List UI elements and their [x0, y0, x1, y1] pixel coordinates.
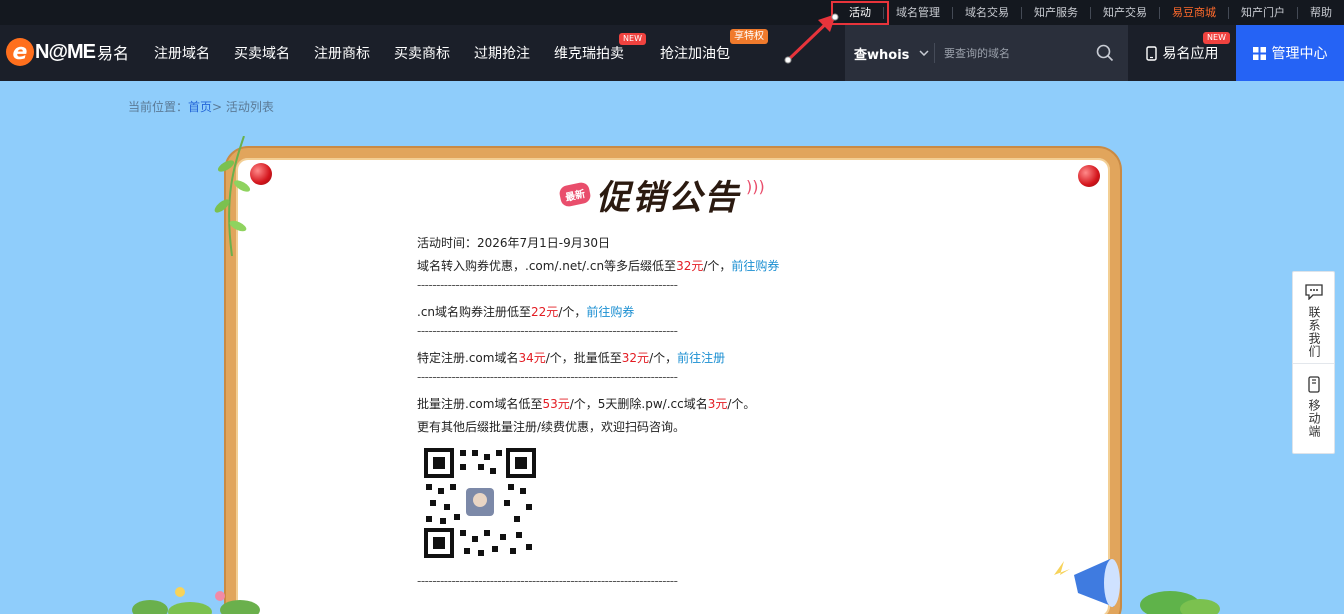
- mobile-app-label: 移动端: [1307, 399, 1321, 438]
- mobile-app-button[interactable]: 移动端: [1293, 363, 1334, 454]
- top-link-activity[interactable]: 活动: [831, 0, 889, 25]
- nav-item-label: 抢注加油包: [660, 46, 730, 62]
- nav-item-register-domain[interactable]: 注册域名: [142, 25, 222, 81]
- offer-text: /个，批量低至: [545, 351, 622, 365]
- chat-icon: [1304, 284, 1323, 300]
- offer-text: /个，5天删除.pw/.cc域名: [569, 397, 708, 411]
- breadcrumb: 当前位置：首页> 活动列表: [128, 98, 274, 115]
- offer-text: .cn域名购券注册低至: [417, 305, 532, 319]
- offer-price: 22元: [531, 305, 559, 319]
- pushpin-icon: [250, 163, 272, 185]
- contact-us-button[interactable]: 联系我们: [1293, 272, 1334, 363]
- transfer-offer: 域名转入购券优惠，.com/.net/.cn等多后缀低至32元/个，前往购券: [417, 257, 837, 280]
- breadcrumb-prefix: 当前位置：: [128, 100, 189, 114]
- new-badge: NEW: [1203, 32, 1230, 44]
- site-logo[interactable]: e N@ME 易名: [6, 37, 129, 67]
- offer-price: 32元: [621, 351, 650, 365]
- top-link-domain-trade[interactable]: 域名交易: [952, 6, 1021, 19]
- annotation-arrow-icon: [784, 13, 839, 64]
- nav-item-trade-domain[interactable]: 买卖域名: [222, 25, 302, 81]
- notice-title: 最新 促销公告 ))): [558, 170, 765, 219]
- top-link-ip-service[interactable]: 知产服务: [1021, 6, 1090, 19]
- vine-decoration-icon: [214, 136, 251, 256]
- logo-brand: N@ME: [35, 40, 96, 63]
- offer-text: 特定注册.com域名: [417, 351, 519, 365]
- breadcrumb-separator: >: [212, 100, 226, 114]
- cn-offer: .cn域名购券注册低至22元/个，前往购券: [417, 303, 837, 326]
- nav-item-expired-snap[interactable]: 过期抢注: [462, 25, 542, 81]
- go-register-link[interactable]: 前往注册: [677, 351, 725, 365]
- top-links: 活动 域名管理 域名交易 知产服务 知产交易 易豆商城 知产门户 帮助: [831, 0, 1344, 25]
- breadcrumb-home-link[interactable]: 首页: [188, 100, 212, 114]
- nav-item-label: 买卖域名: [234, 46, 290, 62]
- whois-select-label: 查whois: [854, 47, 910, 63]
- offer-text: /个，: [649, 351, 678, 365]
- nav-item-label: 买卖商标: [394, 46, 450, 62]
- offer-price: 53元: [542, 397, 570, 411]
- flower-decoration-icon: [132, 587, 260, 614]
- divider: ----------------------------------------…: [417, 280, 678, 292]
- pushpin-icon: [1078, 165, 1100, 187]
- buy-coupon-link[interactable]: 前往购券: [731, 259, 779, 273]
- more-offers: 更有其他后缀批量注册/续费优惠，欢迎扫码咨询。: [417, 420, 686, 434]
- qr-code-icon: [420, 444, 540, 562]
- privilege-badge: 享特权: [730, 29, 768, 44]
- divider: ----------------------------------------…: [417, 372, 678, 384]
- notice-title-text: 促销公告: [596, 178, 740, 218]
- domain-search-input[interactable]: [935, 46, 1085, 60]
- nav-item-label: 注册商标: [314, 46, 370, 62]
- grid-icon: [1252, 46, 1266, 60]
- nav-items: 注册域名 买卖域名 注册商标 买卖商标 过期抢注 维克瑞拍卖 NEW 抢注加油包…: [142, 25, 768, 81]
- top-link-bean-mall[interactable]: 易豆商城: [1159, 6, 1228, 19]
- offer-price: 32元: [676, 259, 704, 273]
- top-link-help[interactable]: 帮助: [1297, 6, 1344, 19]
- top-link-ip-portal[interactable]: 知产门户: [1228, 6, 1297, 19]
- management-center-button[interactable]: 管理中心: [1236, 25, 1344, 81]
- activity-period: 活动时间：2026年7月1日-9月30日: [417, 236, 611, 250]
- nav-item-snap-pack[interactable]: 抢注加油包 享特权: [648, 25, 768, 81]
- offer-price: 3元: [707, 397, 728, 411]
- logo-e-icon: e: [6, 38, 34, 66]
- offer-text: 批量注册.com域名低至: [417, 397, 543, 411]
- nav-item-label: 注册域名: [154, 46, 210, 62]
- offer-text: /个，: [558, 305, 587, 319]
- nav-item-vickrey-auction[interactable]: 维克瑞拍卖 NEW: [542, 25, 648, 81]
- offer-text: /个。: [727, 397, 756, 411]
- nav-item-register-trademark[interactable]: 注册商标: [302, 25, 382, 81]
- offer-price: 34元: [518, 351, 546, 365]
- new-badge: NEW: [619, 33, 646, 45]
- management-center-label: 管理中心: [1271, 46, 1328, 62]
- side-float-panel: 联系我们 移动端: [1292, 271, 1335, 454]
- sound-waves-icon: ))): [746, 177, 765, 196]
- contact-us-label: 联系我们: [1307, 306, 1321, 358]
- buy-coupon-link[interactable]: 前往购券: [586, 305, 634, 319]
- search-icon[interactable]: [1096, 44, 1114, 62]
- divider: ----------------------------------------…: [417, 574, 678, 588]
- offer-text: /个，: [703, 259, 732, 273]
- breadcrumb-current: 活动列表: [225, 100, 274, 114]
- nav-item-label: 过期抢注: [474, 46, 530, 62]
- megaphone-icon: [1054, 559, 1220, 614]
- notice-content: 活动时间：2026年7月1日-9月30日 域名转入购券优惠，.com/.net/…: [417, 234, 837, 441]
- nav-item-trade-trademark[interactable]: 买卖商标: [382, 25, 462, 81]
- bulk-offer: 批量注册.com域名低至53元/个，5天删除.pw/.cc域名3元/个。: [417, 395, 837, 418]
- phone-icon: [1145, 45, 1157, 61]
- offer-text: 域名转入购券优惠，.com/.net/.cn等多后缀低至: [417, 259, 677, 273]
- logo-brand-cn: 易名: [96, 44, 129, 63]
- top-link-ip-trade[interactable]: 知产交易: [1090, 6, 1159, 19]
- chevron-down-icon: [919, 50, 929, 56]
- divider: ----------------------------------------…: [417, 326, 678, 338]
- ename-apps-label: 易名应用: [1162, 46, 1219, 62]
- top-utility-bar: 活动 域名管理 域名交易 知产服务 知产交易 易豆商城 知产门户 帮助: [0, 0, 1344, 25]
- domain-search-box: 查whois: [845, 25, 1128, 81]
- whois-select[interactable]: 查whois: [845, 43, 935, 63]
- latest-tag: 最新: [558, 181, 592, 208]
- top-link-domain-manage[interactable]: 域名管理: [883, 6, 952, 19]
- ename-apps-button[interactable]: 易名应用 NEW: [1128, 25, 1236, 81]
- com-offer: 特定注册.com域名34元/个，批量低至32元/个，前往注册: [417, 349, 837, 372]
- nav-item-label: 维克瑞拍卖: [554, 46, 624, 62]
- mobile-icon: [1307, 376, 1320, 393]
